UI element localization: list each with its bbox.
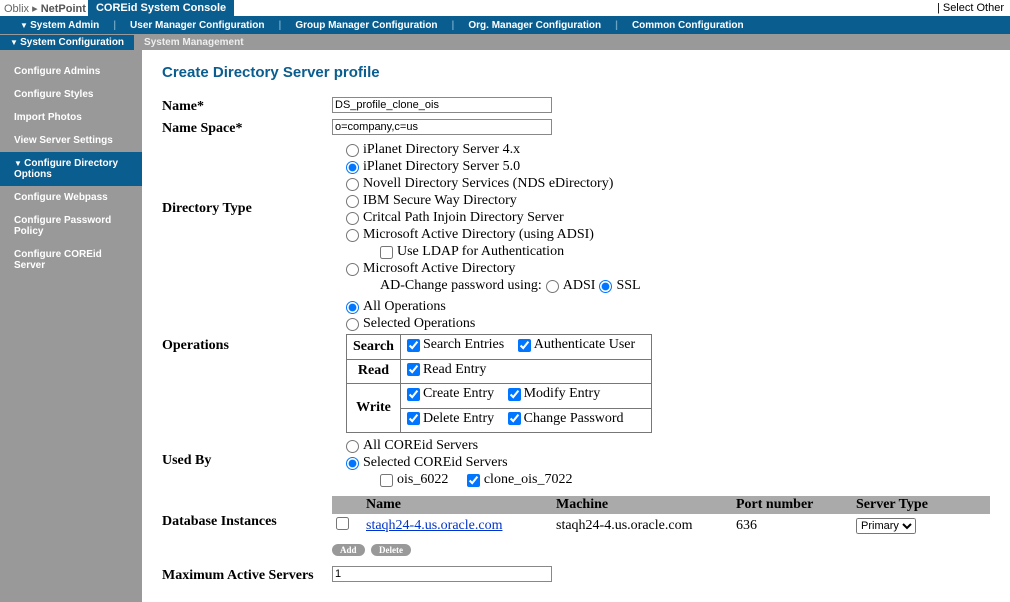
auth-user-checkbox[interactable] xyxy=(518,339,531,352)
db-header: Name Machine Port number Server Type xyxy=(332,496,990,514)
maxactive-label: Maximum Active Servers xyxy=(162,566,332,584)
main-nav: System Admin| User Manager Configuration… xyxy=(0,16,1010,34)
nav-user-mgr[interactable]: User Manager Configuration xyxy=(116,20,278,31)
adchange-adsi-radio[interactable] xyxy=(546,280,559,293)
ops-sel-radio[interactable] xyxy=(346,318,359,331)
ops-label: Operations xyxy=(162,298,332,354)
add-button[interactable]: Add xyxy=(332,544,365,556)
ops-table: Search Search Entries Authenticate User … xyxy=(346,334,652,433)
db-row-checkbox[interactable] xyxy=(336,517,349,530)
brand: Oblix ▸ NetPoint xyxy=(0,2,86,15)
db-machine: staqh24-4.us.oracle.com xyxy=(556,518,736,534)
delete-button[interactable]: Delete xyxy=(371,544,411,556)
sidebar-configure-coreid-server[interactable]: Configure COREid Server xyxy=(0,243,142,277)
usedby-clone-checkbox[interactable] xyxy=(467,474,480,487)
sub-nav: System Configuration System Management xyxy=(0,34,1010,50)
usedby-label: Used By xyxy=(162,437,332,469)
nav-org-mgr[interactable]: Org. Manager Configuration xyxy=(454,20,615,31)
db-name-link[interactable]: staqh24-4.us.oracle.com xyxy=(366,518,502,533)
sidebar-view-server-settings[interactable]: View Server Settings xyxy=(0,129,142,152)
db-label: Database Instances xyxy=(162,492,332,530)
db-type-select[interactable]: Primary xyxy=(856,518,916,534)
create-entry-checkbox[interactable] xyxy=(407,388,420,401)
nav-common[interactable]: Common Configuration xyxy=(618,20,758,31)
dirtype-radio-5[interactable] xyxy=(346,229,359,242)
namespace-input[interactable] xyxy=(332,119,552,135)
sidebar-configure-password-policy[interactable]: Configure Password Policy xyxy=(0,209,142,243)
name-input[interactable] xyxy=(332,97,552,113)
namespace-label: Name Space* xyxy=(162,119,332,137)
dirtype-radio-0[interactable] xyxy=(346,144,359,157)
sidebar-import-photos[interactable]: Import Photos xyxy=(0,106,142,129)
usedby-sel-radio[interactable] xyxy=(346,457,359,470)
delete-entry-checkbox[interactable] xyxy=(407,412,420,425)
sidebar-configure-webpass[interactable]: Configure Webpass xyxy=(0,186,142,209)
name-label: Name* xyxy=(162,97,332,115)
sidebar-configure-admins[interactable]: Configure Admins xyxy=(0,60,142,83)
sidebar: Configure Admins Configure Styles Import… xyxy=(0,50,142,602)
ops-all-radio[interactable] xyxy=(346,301,359,314)
ldap-auth-checkbox[interactable] xyxy=(380,246,393,259)
search-entries-checkbox[interactable] xyxy=(407,339,420,352)
sidebar-configure-styles[interactable]: Configure Styles xyxy=(0,83,142,106)
db-port: 636 xyxy=(736,518,856,534)
dirtype-radio-2[interactable] xyxy=(346,178,359,191)
dirtype-radio-3[interactable] xyxy=(346,195,359,208)
dirtype-label: Directory Type xyxy=(162,141,332,217)
tab-coreid[interactable]: COREid System Console xyxy=(88,0,234,16)
dirtype-radio-4[interactable] xyxy=(346,212,359,225)
maxactive-input[interactable] xyxy=(332,566,552,582)
db-row: staqh24-4.us.oracle.com staqh24-4.us.ora… xyxy=(332,514,990,538)
nav-group-mgr[interactable]: Group Manager Configuration xyxy=(281,20,451,31)
subnav-system-mgmt[interactable]: System Management xyxy=(134,35,253,50)
usedby-all-radio[interactable] xyxy=(346,440,359,453)
select-other-link[interactable]: | Select Other xyxy=(937,2,1010,14)
modify-entry-checkbox[interactable] xyxy=(508,388,521,401)
sidebar-configure-directory-options[interactable]: Configure Directory Options xyxy=(0,152,142,186)
page-title: Create Directory Server profile xyxy=(162,64,990,81)
dirtype-radio-msad[interactable] xyxy=(346,263,359,276)
adchange-ssl-radio[interactable] xyxy=(599,280,612,293)
dirtype-radio-1[interactable] xyxy=(346,161,359,174)
nav-system-admin[interactable]: System Admin xyxy=(6,20,113,31)
change-pw-checkbox[interactable] xyxy=(508,412,521,425)
usedby-ois-checkbox[interactable] xyxy=(380,474,393,487)
subnav-system-config[interactable]: System Configuration xyxy=(0,35,134,50)
read-entry-checkbox[interactable] xyxy=(407,363,420,376)
